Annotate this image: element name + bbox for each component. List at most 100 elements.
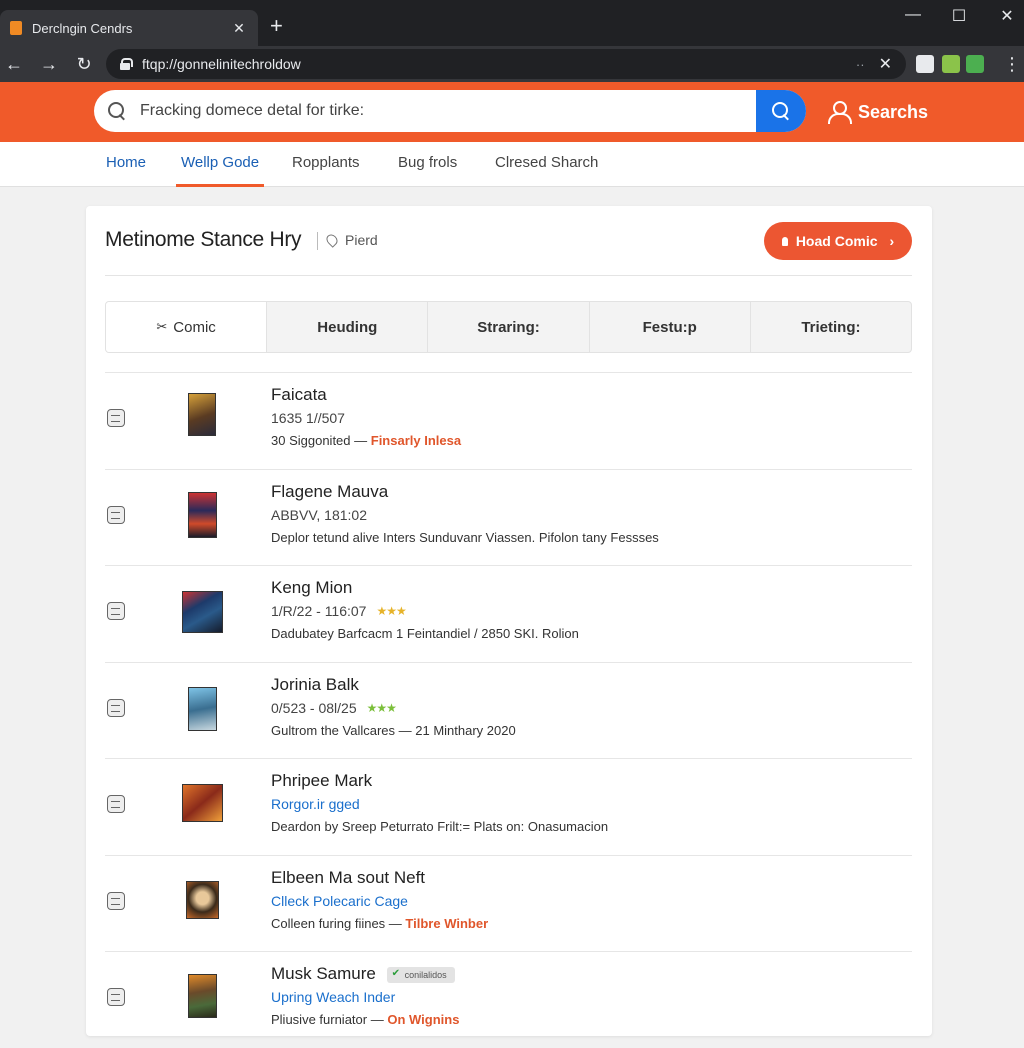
extension-icon-1[interactable] bbox=[916, 55, 934, 73]
user-icon bbox=[828, 101, 852, 124]
site-header: Searchs bbox=[0, 82, 1024, 142]
tab-favicon-icon bbox=[10, 21, 22, 35]
divider bbox=[105, 275, 912, 276]
status-badge: conilalidos bbox=[386, 966, 455, 983]
list-item-icon[interactable] bbox=[107, 988, 125, 1006]
comic-cover-thumbnail[interactable] bbox=[186, 880, 219, 919]
comic-cover-thumbnail[interactable] bbox=[188, 393, 216, 436]
search-input[interactable] bbox=[140, 90, 756, 132]
list-item[interactable]: Musk Samure conilalidos Upring Weach Ind… bbox=[105, 951, 912, 1048]
maximize-button[interactable]: ☐ bbox=[944, 6, 974, 26]
row-title[interactable]: Flagene Mauva bbox=[271, 482, 388, 502]
row-meta-link[interactable]: Clleck Polecaric Cage bbox=[271, 893, 408, 909]
flame-icon bbox=[781, 236, 788, 246]
nav-clresed-sharch[interactable]: Clresed Sharch bbox=[495, 142, 598, 187]
new-tab-button[interactable]: + bbox=[270, 14, 283, 38]
row-title[interactable]: Phripee Mark bbox=[271, 771, 372, 791]
list-item[interactable]: Faicata 1635 1//507 30 Siggonited — Fins… bbox=[105, 372, 912, 469]
row-meta-link[interactable]: Rorgor.ir gged bbox=[271, 796, 360, 812]
search-button-icon bbox=[772, 102, 790, 120]
tab-close-icon[interactable]: ✕ bbox=[230, 20, 248, 37]
comic-cover-thumbnail[interactable] bbox=[188, 974, 217, 1018]
header-searchs-label: Searchs bbox=[858, 101, 929, 122]
list-item-icon[interactable] bbox=[107, 891, 125, 910]
url-text[interactable]: ftqp://gonnelinitechroldow bbox=[142, 56, 856, 72]
tab-title: Derclngin Cendrs bbox=[32, 20, 133, 36]
browser-menu-icon[interactable]: ⋮ bbox=[1000, 52, 1024, 76]
row-title[interactable]: Elbeen Ma sout Neft bbox=[271, 868, 425, 888]
list-item[interactable]: Phripee Mark Rorgor.ir gged Deardon by S… bbox=[105, 758, 912, 855]
page-title: Metinome Stance Hry bbox=[105, 228, 302, 251]
lock-icon bbox=[120, 58, 133, 70]
list-item-icon[interactable] bbox=[107, 505, 125, 524]
subtitle-text: Pierd bbox=[345, 232, 378, 248]
row-description: 30 Siggonited — Finsarly Inlesa bbox=[271, 433, 462, 448]
list-item[interactable]: Elbeen Ma sout Neft Clleck Polecaric Cag… bbox=[105, 854, 912, 952]
extension-icon-3[interactable] bbox=[966, 55, 984, 73]
hoad-comic-button[interactable]: Hoad Comic › bbox=[764, 222, 912, 260]
header-searchs-link[interactable]: Searchs bbox=[828, 98, 928, 126]
tab-comic-label: Comic bbox=[173, 318, 216, 336]
row-description: Pliusive furniator — On Wignins bbox=[271, 1012, 460, 1027]
close-window-button[interactable]: ✕ bbox=[992, 6, 1022, 26]
row-title[interactable]: Faicata bbox=[271, 385, 327, 405]
comic-cover-thumbnail[interactable] bbox=[188, 491, 217, 538]
minimize-button[interactable]: — bbox=[898, 6, 928, 24]
search-button[interactable] bbox=[756, 90, 806, 132]
content-card: Metinome Stance Hry Pierd Hoad Comic › ✂… bbox=[86, 206, 932, 1036]
extension-icon-2[interactable] bbox=[942, 55, 960, 73]
comic-list: Faicata 1635 1//507 30 Siggonited — Fins… bbox=[105, 372, 912, 1048]
chevron-right-icon: › bbox=[889, 233, 895, 249]
row-meta-link[interactable]: Upring Weach Inder bbox=[271, 989, 395, 1005]
tab-trieting[interactable]: Trieting: bbox=[751, 302, 911, 352]
list-item[interactable]: Keng Mion 1/R/22 - 116:07 ★★★ Dadubatey … bbox=[105, 565, 912, 662]
location-pin-icon bbox=[324, 232, 340, 248]
tools-icon: ✂ bbox=[156, 319, 168, 334]
tab-festup[interactable]: Festu:p bbox=[590, 302, 751, 352]
search-bar bbox=[94, 90, 806, 132]
row-description: Gultrom the Vallcares — 21 Minthary 2020 bbox=[271, 722, 516, 738]
row-meta: 1635 1//507 bbox=[271, 410, 345, 426]
row-meta: 1/R/22 - 116:07 ★★★ bbox=[271, 603, 407, 619]
row-description: Deardon by Sreep Peturrato Frilt:= Plats… bbox=[271, 819, 609, 834]
main-nav: Home Wellp Gode Ropplants Bug frols Clre… bbox=[0, 142, 1024, 187]
row-description: Colleen furing fiines — Tilbre Winber bbox=[271, 915, 489, 931]
clear-url-icon[interactable]: ✕ bbox=[879, 54, 892, 74]
tab-straring[interactable]: Straring: bbox=[428, 302, 590, 352]
list-item-icon[interactable] bbox=[107, 602, 125, 620]
column-tabs: ✂ Comic Heuding Straring: Festu:p Trieti… bbox=[105, 301, 912, 353]
row-title[interactable]: Keng Mion bbox=[271, 578, 352, 598]
nav-wellp-gode[interactable]: Wellp Gode bbox=[176, 142, 265, 187]
title-separator bbox=[317, 232, 318, 250]
list-item[interactable]: Flagene Mauva ABBVV, 181:02 Deplor tetun… bbox=[105, 468, 912, 566]
rating-stars-icon: ★★★ bbox=[376, 604, 406, 618]
list-item-icon[interactable] bbox=[107, 795, 125, 813]
nav-home[interactable]: Home bbox=[106, 142, 146, 187]
forward-button[interactable]: → bbox=[37, 52, 61, 76]
comic-cover-thumbnail[interactable] bbox=[182, 591, 223, 633]
browser-tab[interactable]: Derclngin Cendrs ✕ bbox=[0, 10, 258, 46]
list-item-icon[interactable] bbox=[107, 698, 125, 717]
list-item[interactable]: Jorinia Balk 0/523 - 08l/25 ★★★ Gultrom … bbox=[105, 661, 912, 759]
search-icon bbox=[94, 90, 140, 132]
row-meta: 0/523 - 08l/25 ★★★ bbox=[271, 699, 397, 716]
back-button[interactable]: ← bbox=[2, 52, 26, 76]
rating-stars-icon: ★★★ bbox=[366, 700, 397, 715]
nav-ropplants[interactable]: Ropplants bbox=[292, 142, 360, 187]
omnibox-dots-icon: ·· bbox=[855, 56, 865, 72]
comic-cover-thumbnail[interactable] bbox=[188, 686, 217, 731]
row-title[interactable]: Jorinia Balk bbox=[271, 675, 359, 695]
page-subtitle: Pierd bbox=[324, 232, 378, 248]
row-title[interactable]: Musk Samure conilalidos bbox=[271, 964, 455, 984]
browser-titlebar: Derclngin Cendrs ✕ + — ☐ ✕ bbox=[0, 0, 1024, 46]
row-meta: ABBVV, 181:02 bbox=[271, 506, 368, 523]
hoad-comic-label: Hoad Comic bbox=[795, 233, 878, 249]
list-item-icon[interactable] bbox=[107, 409, 125, 427]
comic-cover-thumbnail[interactable] bbox=[182, 784, 223, 822]
address-bar[interactable]: ftqp://gonnelinitechroldow ·· ✕ bbox=[106, 49, 906, 79]
row-description: Deplor tetund alive Inters Sunduvanr Via… bbox=[271, 529, 659, 545]
tab-heuding[interactable]: Heuding bbox=[267, 302, 429, 352]
nav-bug-frols[interactable]: Bug frols bbox=[398, 142, 457, 187]
tab-comic[interactable]: ✂ Comic bbox=[106, 302, 268, 352]
reload-button[interactable]: ↻ bbox=[72, 52, 96, 76]
